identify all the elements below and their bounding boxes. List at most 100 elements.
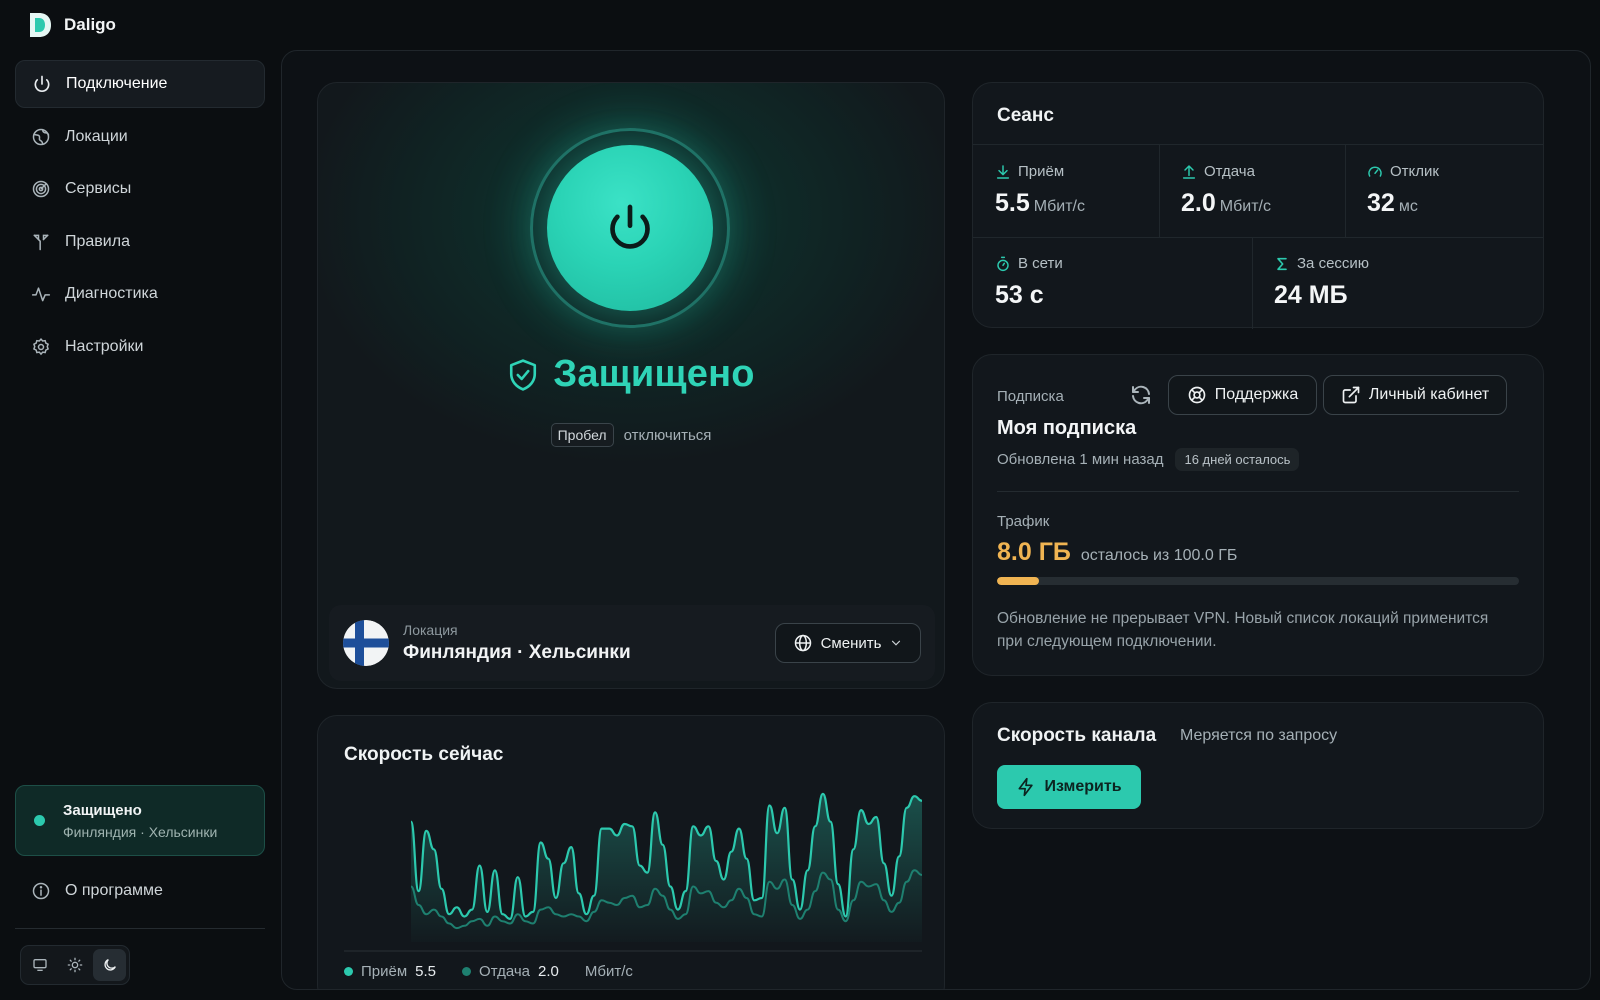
stat-unit: Мбит/с bbox=[1033, 198, 1085, 215]
tx-legend-dot bbox=[462, 967, 472, 976]
refresh-icon[interactable] bbox=[1129, 383, 1153, 407]
chevron-down-icon bbox=[892, 640, 901, 646]
power-button[interactable] bbox=[547, 145, 713, 311]
sidebar-connection-status[interactable]: Защищено Финляндия · Хельсинки bbox=[15, 785, 265, 856]
stat-total: За сессию 24 МБ bbox=[1274, 255, 1369, 310]
rx-legend-dot bbox=[344, 967, 353, 976]
speed-unit: Мбит/с bbox=[584, 963, 633, 980]
theme-light-button[interactable] bbox=[59, 949, 92, 981]
channel-subtitle: Меряется по запросу bbox=[1180, 727, 1338, 744]
support-button[interactable]: Поддержка bbox=[1168, 375, 1317, 415]
stat-label: Приём bbox=[1018, 163, 1065, 180]
sidebar-divider bbox=[15, 928, 265, 929]
sidebar-item-services[interactable]: Сервисы bbox=[15, 165, 265, 213]
connect-card: Защищено Пробел отключиться Локация Финл… bbox=[317, 82, 945, 689]
subscription-note: Обновление не прерывает VPN. Новый списо… bbox=[997, 610, 1489, 650]
theme-dark-button[interactable] bbox=[93, 949, 127, 981]
sidebar-nav: Подключение Локации Сервисы Правила Диаг… bbox=[15, 60, 265, 375]
status-title: Защищено bbox=[63, 801, 142, 819]
theme-switcher bbox=[20, 945, 130, 985]
stat-label: В сети bbox=[1018, 255, 1063, 272]
divider bbox=[973, 237, 1543, 238]
tx-legend-value: 2.0 bbox=[538, 963, 559, 980]
sidebar-item-about[interactable]: О программе bbox=[15, 869, 265, 913]
stat-rx: Приём 5.5 Мбит/с bbox=[995, 163, 1085, 218]
info-icon bbox=[32, 882, 50, 900]
measure-label: Измерить bbox=[1044, 778, 1122, 795]
traffic-total: осталось из 100.0 ГБ bbox=[1080, 547, 1238, 564]
location-name: Финляндия · Хельсинки bbox=[403, 642, 631, 663]
stat-value: 5.5 bbox=[995, 189, 1030, 217]
measure-button[interactable]: Измерить bbox=[997, 765, 1141, 809]
updated-text: Обновлена 1 мин назад bbox=[997, 451, 1164, 468]
traffic-progress-bar bbox=[997, 577, 1519, 585]
stat-value: 2.0 bbox=[1181, 189, 1216, 217]
subscription-label: Подписка bbox=[997, 388, 1064, 405]
stat-online: В сети 53 с bbox=[995, 255, 1063, 310]
finland-flag-icon bbox=[343, 620, 389, 666]
status-location: Финляндия · Хельсинки bbox=[63, 823, 218, 840]
sidebar-item-label: Диагностика bbox=[65, 285, 158, 302]
personal-cabinet-button[interactable]: Личный кабинет bbox=[1323, 375, 1507, 415]
location-label: Локация bbox=[403, 622, 458, 638]
sidebar-item-label: Настройки bbox=[65, 337, 144, 355]
cabinet-label: Личный кабинет bbox=[1368, 386, 1490, 403]
divider bbox=[1345, 144, 1346, 237]
support-label: Поддержка bbox=[1214, 386, 1299, 403]
sun-icon bbox=[67, 957, 83, 973]
lightning-icon bbox=[1018, 777, 1034, 797]
moon-icon bbox=[104, 959, 116, 971]
divider bbox=[973, 144, 1543, 145]
traffic-label: Трафик bbox=[997, 513, 1050, 530]
sidebar-item-rules[interactable]: Правила bbox=[15, 218, 265, 266]
stopwatch-icon bbox=[997, 256, 1009, 271]
rx-legend-value: 5.5 bbox=[415, 963, 437, 980]
sidebar-item-label: Сервисы bbox=[65, 180, 132, 197]
sidebar-item-diagnostics[interactable]: Диагностика bbox=[15, 270, 265, 318]
stat-value: 53 с bbox=[995, 281, 1044, 309]
sidebar-item-locations[interactable]: Локации bbox=[15, 113, 265, 161]
logo-icon bbox=[30, 13, 51, 37]
sidebar-item-label: Локации bbox=[65, 127, 128, 145]
status-dot bbox=[34, 815, 45, 826]
gear-icon bbox=[32, 337, 50, 355]
change-label: Сменить bbox=[820, 634, 882, 652]
globe-icon bbox=[794, 634, 811, 652]
gauge-icon bbox=[1368, 166, 1382, 177]
speed-title: Скорость сейчас bbox=[344, 744, 504, 765]
stat-label: За сессию bbox=[1297, 255, 1370, 272]
stat-unit: мс bbox=[1398, 198, 1418, 215]
lifebuoy-icon bbox=[1188, 386, 1206, 404]
stat-value: 24 МБ bbox=[1274, 281, 1348, 309]
subscription-name: Моя подписка bbox=[997, 417, 1137, 439]
sidebar-item-connection[interactable]: Подключение bbox=[15, 60, 265, 108]
hint-text: отключиться bbox=[623, 426, 712, 444]
speed-chart bbox=[344, 792, 922, 952]
disconnect-hint: Пробел отключиться bbox=[318, 423, 944, 447]
download-icon bbox=[996, 164, 1010, 179]
stat-label: Отклик bbox=[1390, 163, 1439, 180]
app-window: Daligo Подключение Локации Сервисы Прави… bbox=[0, 0, 1600, 1000]
theme-system-button[interactable] bbox=[24, 949, 57, 981]
sidebar-item-label: Правила bbox=[65, 232, 130, 250]
stat-tx: Отдача 2.0 Мбит/с bbox=[1181, 163, 1271, 218]
brand: Daligo bbox=[28, 12, 116, 38]
speed-legend: Приём 5.5 Отдача 2.0 Мбит/с bbox=[344, 963, 633, 980]
stat-label: Отдача bbox=[1204, 163, 1255, 180]
activity-icon bbox=[31, 287, 51, 302]
traffic-summary: 8.0 ГБ осталось из 100.0 ГБ bbox=[997, 538, 1237, 567]
power-icon bbox=[610, 204, 650, 249]
monitor-icon bbox=[33, 959, 47, 971]
stat-unit: Мбит/с bbox=[1219, 198, 1271, 215]
tx-legend-label: Отдача bbox=[479, 963, 530, 980]
keyboard-key: Пробел bbox=[550, 423, 614, 447]
change-location-button[interactable]: Сменить bbox=[775, 623, 921, 663]
sidebar-item-settings[interactable]: Настройки bbox=[15, 323, 265, 371]
upload-icon bbox=[1182, 164, 1196, 179]
globe-icon bbox=[32, 128, 50, 145]
speed-now-card: Скорость сейчас Приём 5.5 Отдача 2.0 Мби… bbox=[317, 715, 945, 989]
external-link-icon bbox=[1342, 386, 1360, 404]
divider bbox=[997, 491, 1519, 492]
shield-check-icon bbox=[510, 358, 537, 391]
split-icon bbox=[33, 234, 49, 250]
